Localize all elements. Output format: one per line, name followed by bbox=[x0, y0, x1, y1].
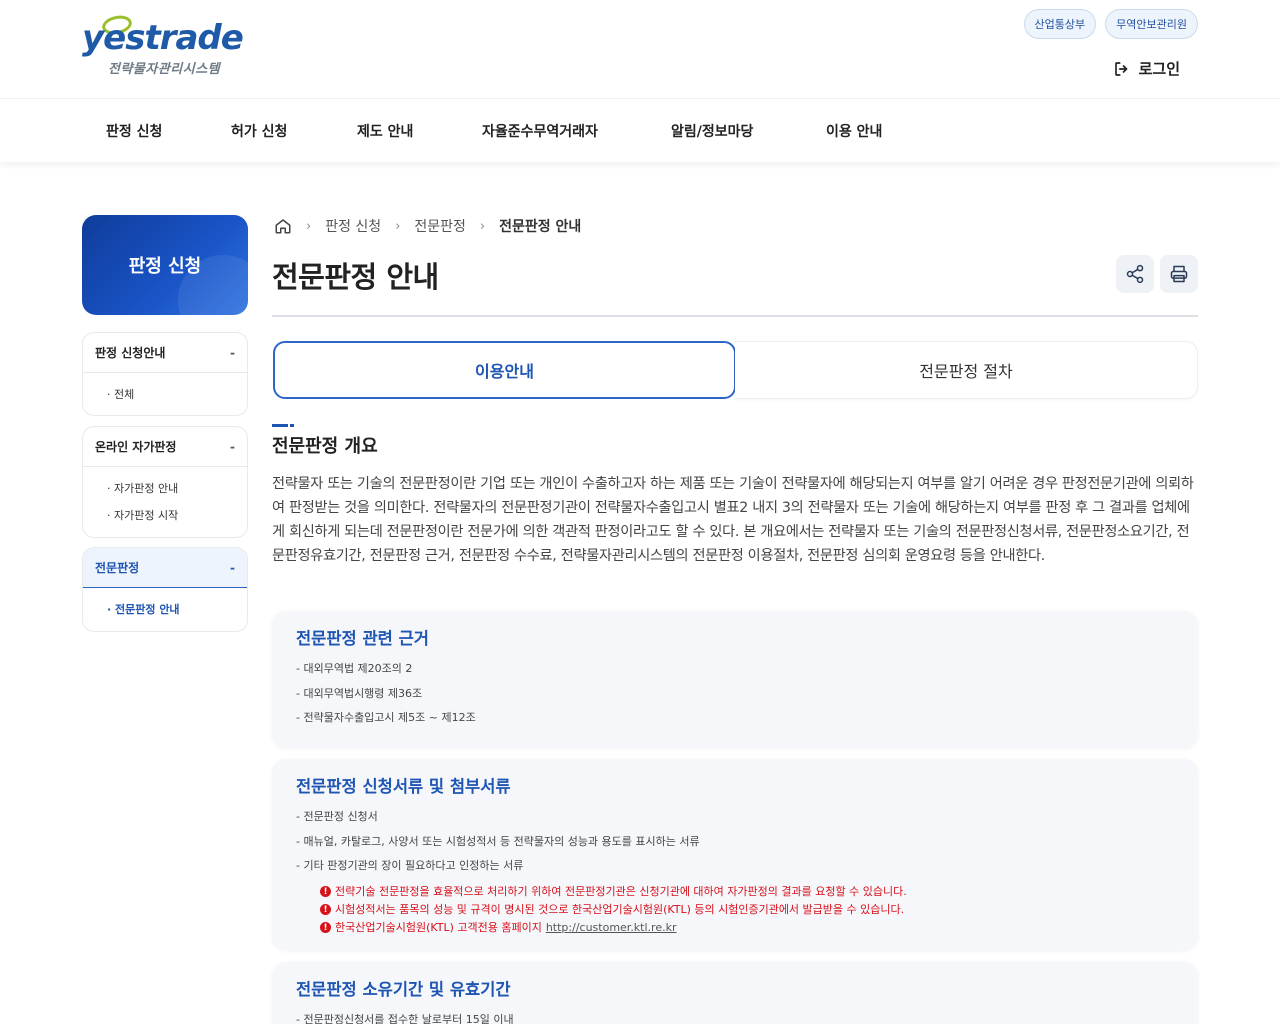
card-title: 전문판정 소유기간 및 유효기간 bbox=[296, 980, 511, 999]
collapse-icon: - bbox=[230, 345, 235, 360]
site-logo[interactable]: yestrade 전략물자관리시스템 bbox=[82, 13, 252, 80]
sidebar-group-expert: 전문판정 - · 전문판정 안내 bbox=[82, 547, 248, 632]
nav-item-compliance[interactable]: 자율준수무역거래자 bbox=[482, 121, 598, 141]
breadcrumb-item[interactable]: 판정 신청 bbox=[325, 216, 381, 236]
breadcrumb: › 판정 신청 › 전문판정 › 전문판정 안내 bbox=[274, 216, 581, 236]
sidebar-group-self: 온라인 자가판정 - · 자가판정 안내 · 자가판정 시작 bbox=[82, 426, 248, 538]
note-text: 한국산업기술시험원(KTL) 고객전용 홈페이지 bbox=[335, 920, 542, 934]
share-icon bbox=[1126, 264, 1144, 284]
warning-note: ! 한국산업기술시험원(KTL) 고객전용 홈페이지 http://custom… bbox=[296, 919, 1174, 937]
alert-icon: ! bbox=[320, 904, 331, 915]
chevron-right-icon: › bbox=[479, 218, 486, 234]
card-line: - 매뉴얼, 카탈로그, 사양서 또는 시험성적서 등 전략물자의 성능과 용도… bbox=[296, 834, 700, 848]
logo-text: yestrade bbox=[82, 18, 244, 58]
login-button[interactable]: 로그인 bbox=[1113, 58, 1180, 79]
sidebar-group-title: 판정 신청안내 bbox=[95, 346, 166, 360]
home-icon[interactable] bbox=[274, 217, 292, 235]
nav-item-system-guide[interactable]: 제도 안내 bbox=[357, 121, 413, 141]
site-header: yestrade 전략물자관리시스템 산업통상부 무역안보관리원 로그인 bbox=[0, 0, 1280, 98]
login-label: 로그인 bbox=[1138, 60, 1180, 78]
top-link-motie[interactable]: 산업통상부 bbox=[1023, 9, 1097, 39]
intro-paragraph: 전략물자 또는 기술의 전문판정이란 기업 또는 개인이 수출하고자 하는 제품… bbox=[272, 476, 1194, 564]
sidebar-item-self-guide[interactable]: · 자가판정 안내 bbox=[83, 474, 247, 501]
top-links: 산업통상부 무역안보관리원 bbox=[1023, 9, 1198, 39]
card-line: - 대외무역법 제20조의 2 bbox=[296, 662, 413, 675]
warning-note: ! 시험성적서는 품목의 성능 및 규격이 명시된 것으로 한국산업기술시험원(… bbox=[296, 901, 1174, 919]
tab-expert-procedure[interactable]: 전문판정 절차 bbox=[735, 341, 1198, 399]
collapse-icon: - bbox=[230, 560, 235, 575]
sidebar-item-expert-guide[interactable]: · 전문판정 안내 bbox=[83, 595, 247, 622]
logo-subtitle: 전략물자관리시스템 bbox=[108, 62, 221, 77]
breadcrumb-item[interactable]: 전문판정 bbox=[414, 216, 466, 236]
page-title: 전문판정 안내 bbox=[272, 260, 439, 294]
card-title: 전문판정 관련 근거 bbox=[296, 629, 429, 648]
sidebar-group-header[interactable]: 판정 신청안내 - bbox=[83, 333, 247, 373]
breadcrumb-current: 전문판정 안내 bbox=[499, 219, 582, 235]
print-icon bbox=[1170, 265, 1188, 283]
chevron-right-icon: › bbox=[395, 218, 401, 234]
card-line: - 대외무역법시행령 제36조 bbox=[296, 686, 423, 700]
sidebar-group-title: 전문판정 bbox=[95, 561, 140, 575]
chevron-right-icon: › bbox=[306, 218, 312, 234]
nav-item-usage-guide[interactable]: 이용 안내 bbox=[826, 121, 882, 141]
card-legal-basis: 전문판정 관련 근거 - 대외무역법 제20조의 2 - 대외무역법시행령 제3… bbox=[272, 611, 1198, 748]
nav-item-permit[interactable]: 허가 신청 bbox=[231, 121, 287, 141]
sidebar-group-header-active[interactable]: 전문판정 - bbox=[83, 548, 247, 588]
card-line: - 전문판정신청서를 접수한 날로부터 15일 이내 bbox=[296, 1013, 514, 1024]
nav-item-notice[interactable]: 알림/정보마당 bbox=[671, 121, 753, 141]
sidebar-banner: 판정 신청 bbox=[82, 215, 248, 315]
sidebar-item-self-start[interactable]: · 자가판정 시작 bbox=[83, 501, 247, 528]
sidebar-group-header[interactable]: 온라인 자가판정 - bbox=[83, 427, 247, 467]
main-nav: 판정 신청 허가 신청 제도 안내 자율준수무역거래자 알림/정보마당 이용 안… bbox=[0, 98, 1280, 162]
title-divider bbox=[272, 315, 1198, 317]
share-button[interactable] bbox=[1116, 255, 1154, 293]
card-documents: 전문판정 신청서류 및 첨부서류 - 전문판정 신청서 - 매뉴얼, 카탈로그,… bbox=[272, 759, 1198, 950]
sidebar-group-title: 온라인 자가판정 bbox=[95, 440, 177, 454]
alert-icon: ! bbox=[320, 886, 331, 897]
top-link-kosti[interactable]: 무역안보관리원 bbox=[1105, 9, 1198, 39]
ktl-link[interactable]: http://customer.ktl.re.kr bbox=[546, 920, 677, 936]
card-line: - 전문판정 신청서 bbox=[296, 810, 378, 823]
print-button[interactable] bbox=[1160, 255, 1198, 293]
note-text: 시험성적서는 품목의 성능 및 규격이 명시된 것으로 한국산업기술시험원(KT… bbox=[335, 902, 905, 916]
section-title: 전문판정 개요 bbox=[272, 436, 378, 457]
collapse-icon: - bbox=[230, 439, 235, 454]
card-line: - 기타 판정기관의 장이 필요하다고 인정하는 서류 bbox=[296, 859, 524, 872]
nav-item-judgment[interactable]: 판정 신청 bbox=[106, 121, 162, 141]
sidebar-group-guide: 판정 신청안내 - · 전체 bbox=[82, 332, 248, 416]
card-title: 전문판정 신청서류 및 첨부서류 bbox=[296, 777, 511, 796]
alert-icon: ! bbox=[320, 922, 331, 933]
sidebar-item-all[interactable]: · 전체 bbox=[83, 380, 247, 407]
card-period: 전문판정 소유기간 및 유효기간 - 전문판정신청서를 접수한 날로부터 15일… bbox=[272, 962, 1198, 1024]
note-text: 전략기술 전문판정을 효율적으로 처리하기 위하여 전문판정기관은 신청기관에 … bbox=[335, 884, 907, 898]
tab-usage-guide[interactable]: 이용안내 bbox=[273, 341, 736, 399]
section-marker bbox=[272, 424, 294, 427]
card-line: - 전략물자수출입고시 제5조 ~ 제12조 bbox=[296, 711, 476, 724]
warning-note: ! 전략기술 전문판정을 효율적으로 처리하기 위하여 전문판정기관은 신청기관… bbox=[296, 883, 1174, 901]
login-icon bbox=[1114, 61, 1127, 76]
